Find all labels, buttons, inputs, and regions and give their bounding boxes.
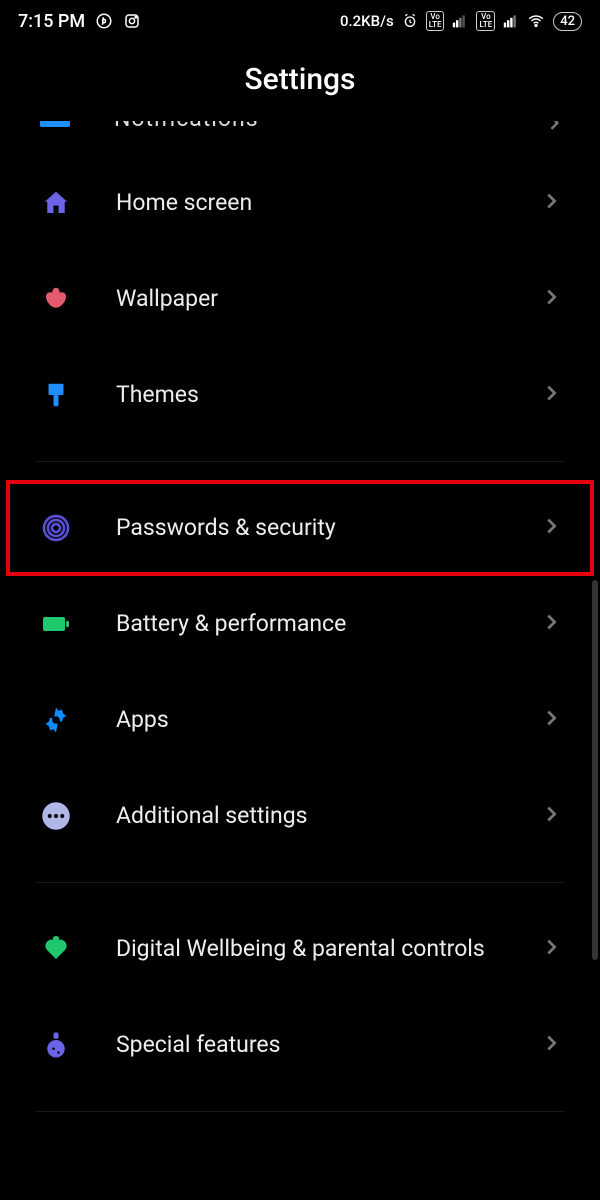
row-label: Notifications xyxy=(114,121,259,132)
settings-row-home-screen[interactable]: Home screen xyxy=(10,159,590,247)
settings-row-battery-performance[interactable]: Battery & performance xyxy=(10,580,590,668)
chevron-right-icon xyxy=(540,286,564,312)
row-label: Themes xyxy=(116,380,540,410)
row-label: Additional settings xyxy=(116,801,540,831)
settings-row-apps[interactable]: Apps xyxy=(10,676,590,764)
notifications-icon xyxy=(40,121,70,127)
chevron-right-icon xyxy=(544,121,564,137)
chevron-right-icon xyxy=(540,382,564,408)
status-bar: 7:15 PM 0.2KB/s VoLTE VoLTE 42 xyxy=(0,0,600,42)
row-label: Wallpaper xyxy=(116,284,540,314)
chevron-right-icon xyxy=(540,611,564,637)
settings-row-notifications-partial[interactable]: Notifications xyxy=(0,121,600,155)
signal-icon-1 xyxy=(452,13,468,29)
row-label: Passwords & security xyxy=(116,513,540,543)
wifi-icon xyxy=(527,12,545,30)
row-label: Battery & performance xyxy=(116,609,540,639)
status-time: 7:15 PM xyxy=(18,11,85,32)
section-divider xyxy=(36,1111,564,1112)
chevron-right-icon xyxy=(540,803,564,829)
settings-row-passwords-security[interactable]: Passwords & security xyxy=(10,484,590,572)
section-divider xyxy=(36,461,564,462)
pinterest-icon xyxy=(95,12,113,30)
row-label: Apps xyxy=(116,705,540,735)
settings-row-wallpaper[interactable]: Wallpaper xyxy=(10,255,590,343)
settings-row-additional-settings[interactable]: Additional settings xyxy=(10,772,590,860)
chevron-right-icon xyxy=(540,515,564,541)
dots-icon xyxy=(36,796,76,836)
instagram-icon xyxy=(123,12,141,30)
row-label: Special features xyxy=(116,1030,540,1060)
page-title: Settings xyxy=(0,62,600,97)
status-netspeed: 0.2KB/s xyxy=(340,12,394,30)
volte-icon-2: VoLTE xyxy=(476,11,495,31)
scrollbar[interactable] xyxy=(592,580,598,960)
chevron-right-icon xyxy=(540,936,564,962)
settings-row-special-features[interactable]: Special features xyxy=(10,1001,590,1089)
row-label: Digital Wellbeing & parental controls xyxy=(116,934,540,964)
gear-icon xyxy=(36,700,76,740)
battery-indicator: 42 xyxy=(553,12,582,31)
signal-icon-2 xyxy=(503,13,519,29)
flower-icon xyxy=(36,279,76,319)
fingerprint-icon xyxy=(36,508,76,548)
brush-icon xyxy=(36,375,76,415)
chevron-right-icon xyxy=(540,1032,564,1058)
chevron-right-icon xyxy=(540,707,564,733)
battery-icon xyxy=(36,604,76,644)
page-header: Settings xyxy=(0,42,600,121)
alarm-icon xyxy=(402,13,418,29)
volte-icon-1: VoLTE xyxy=(426,11,445,31)
settings-row-themes[interactable]: Themes xyxy=(10,351,590,439)
settings-list: Notifications Home screen Wallpaper Themes… xyxy=(0,121,600,1112)
settings-row-digital-wellbeing[interactable]: Digital Wellbeing & parental controls xyxy=(10,905,590,993)
flask-icon xyxy=(36,1025,76,1065)
heart-icon xyxy=(36,929,76,969)
row-label: Home screen xyxy=(116,188,540,218)
section-divider xyxy=(36,882,564,883)
chevron-right-icon xyxy=(540,190,564,216)
home-icon xyxy=(36,183,76,223)
